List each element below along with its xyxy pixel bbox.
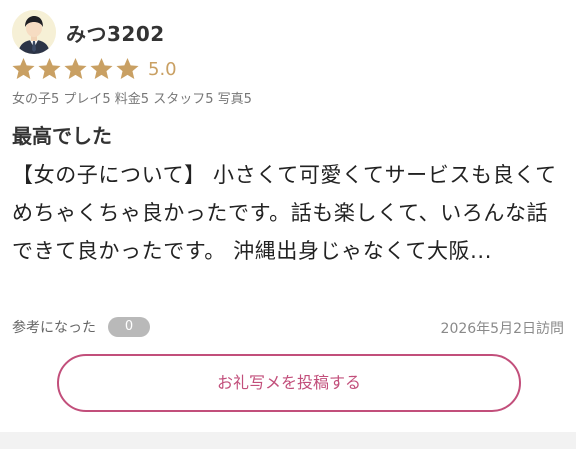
star-icon bbox=[64, 57, 87, 79]
visit-date: 2026年5月2日訪問 bbox=[440, 321, 564, 337]
rating-row: 5.0 bbox=[10, 56, 177, 82]
star-icon bbox=[38, 57, 61, 79]
review-card: みつ3202 5.0 女の子5 プレイ5 料金5 スタッフ5 写真5 最高でした… bbox=[0, 0, 576, 432]
star-icon bbox=[90, 57, 113, 79]
helpful-label: 参考になった bbox=[12, 320, 96, 336]
category-scores: 女の子5 プレイ5 料金5 スタッフ5 写真5 bbox=[12, 92, 252, 107]
reviewer-name: みつ3202 bbox=[66, 21, 165, 46]
businessman-avatar-icon bbox=[12, 10, 56, 54]
review-body[interactable]: 【女の子について】 小さくて可愛くてサービスも良くてめちゃくちゃ良かったです。話… bbox=[12, 156, 568, 270]
star-rating bbox=[10, 56, 140, 82]
review-title: 最高でした bbox=[12, 124, 112, 148]
helpful-count-badge[interactable]: 0 bbox=[108, 317, 150, 337]
rating-value: 5.0 bbox=[148, 58, 177, 80]
star-icon bbox=[12, 57, 35, 79]
section-divider bbox=[0, 432, 576, 449]
reviewer-header: みつ3202 bbox=[12, 10, 165, 54]
star-icon bbox=[116, 57, 139, 79]
post-thanks-photo-button[interactable]: お礼写メを投稿する bbox=[57, 354, 521, 412]
helpful-row: 参考になった 0 bbox=[12, 317, 150, 337]
